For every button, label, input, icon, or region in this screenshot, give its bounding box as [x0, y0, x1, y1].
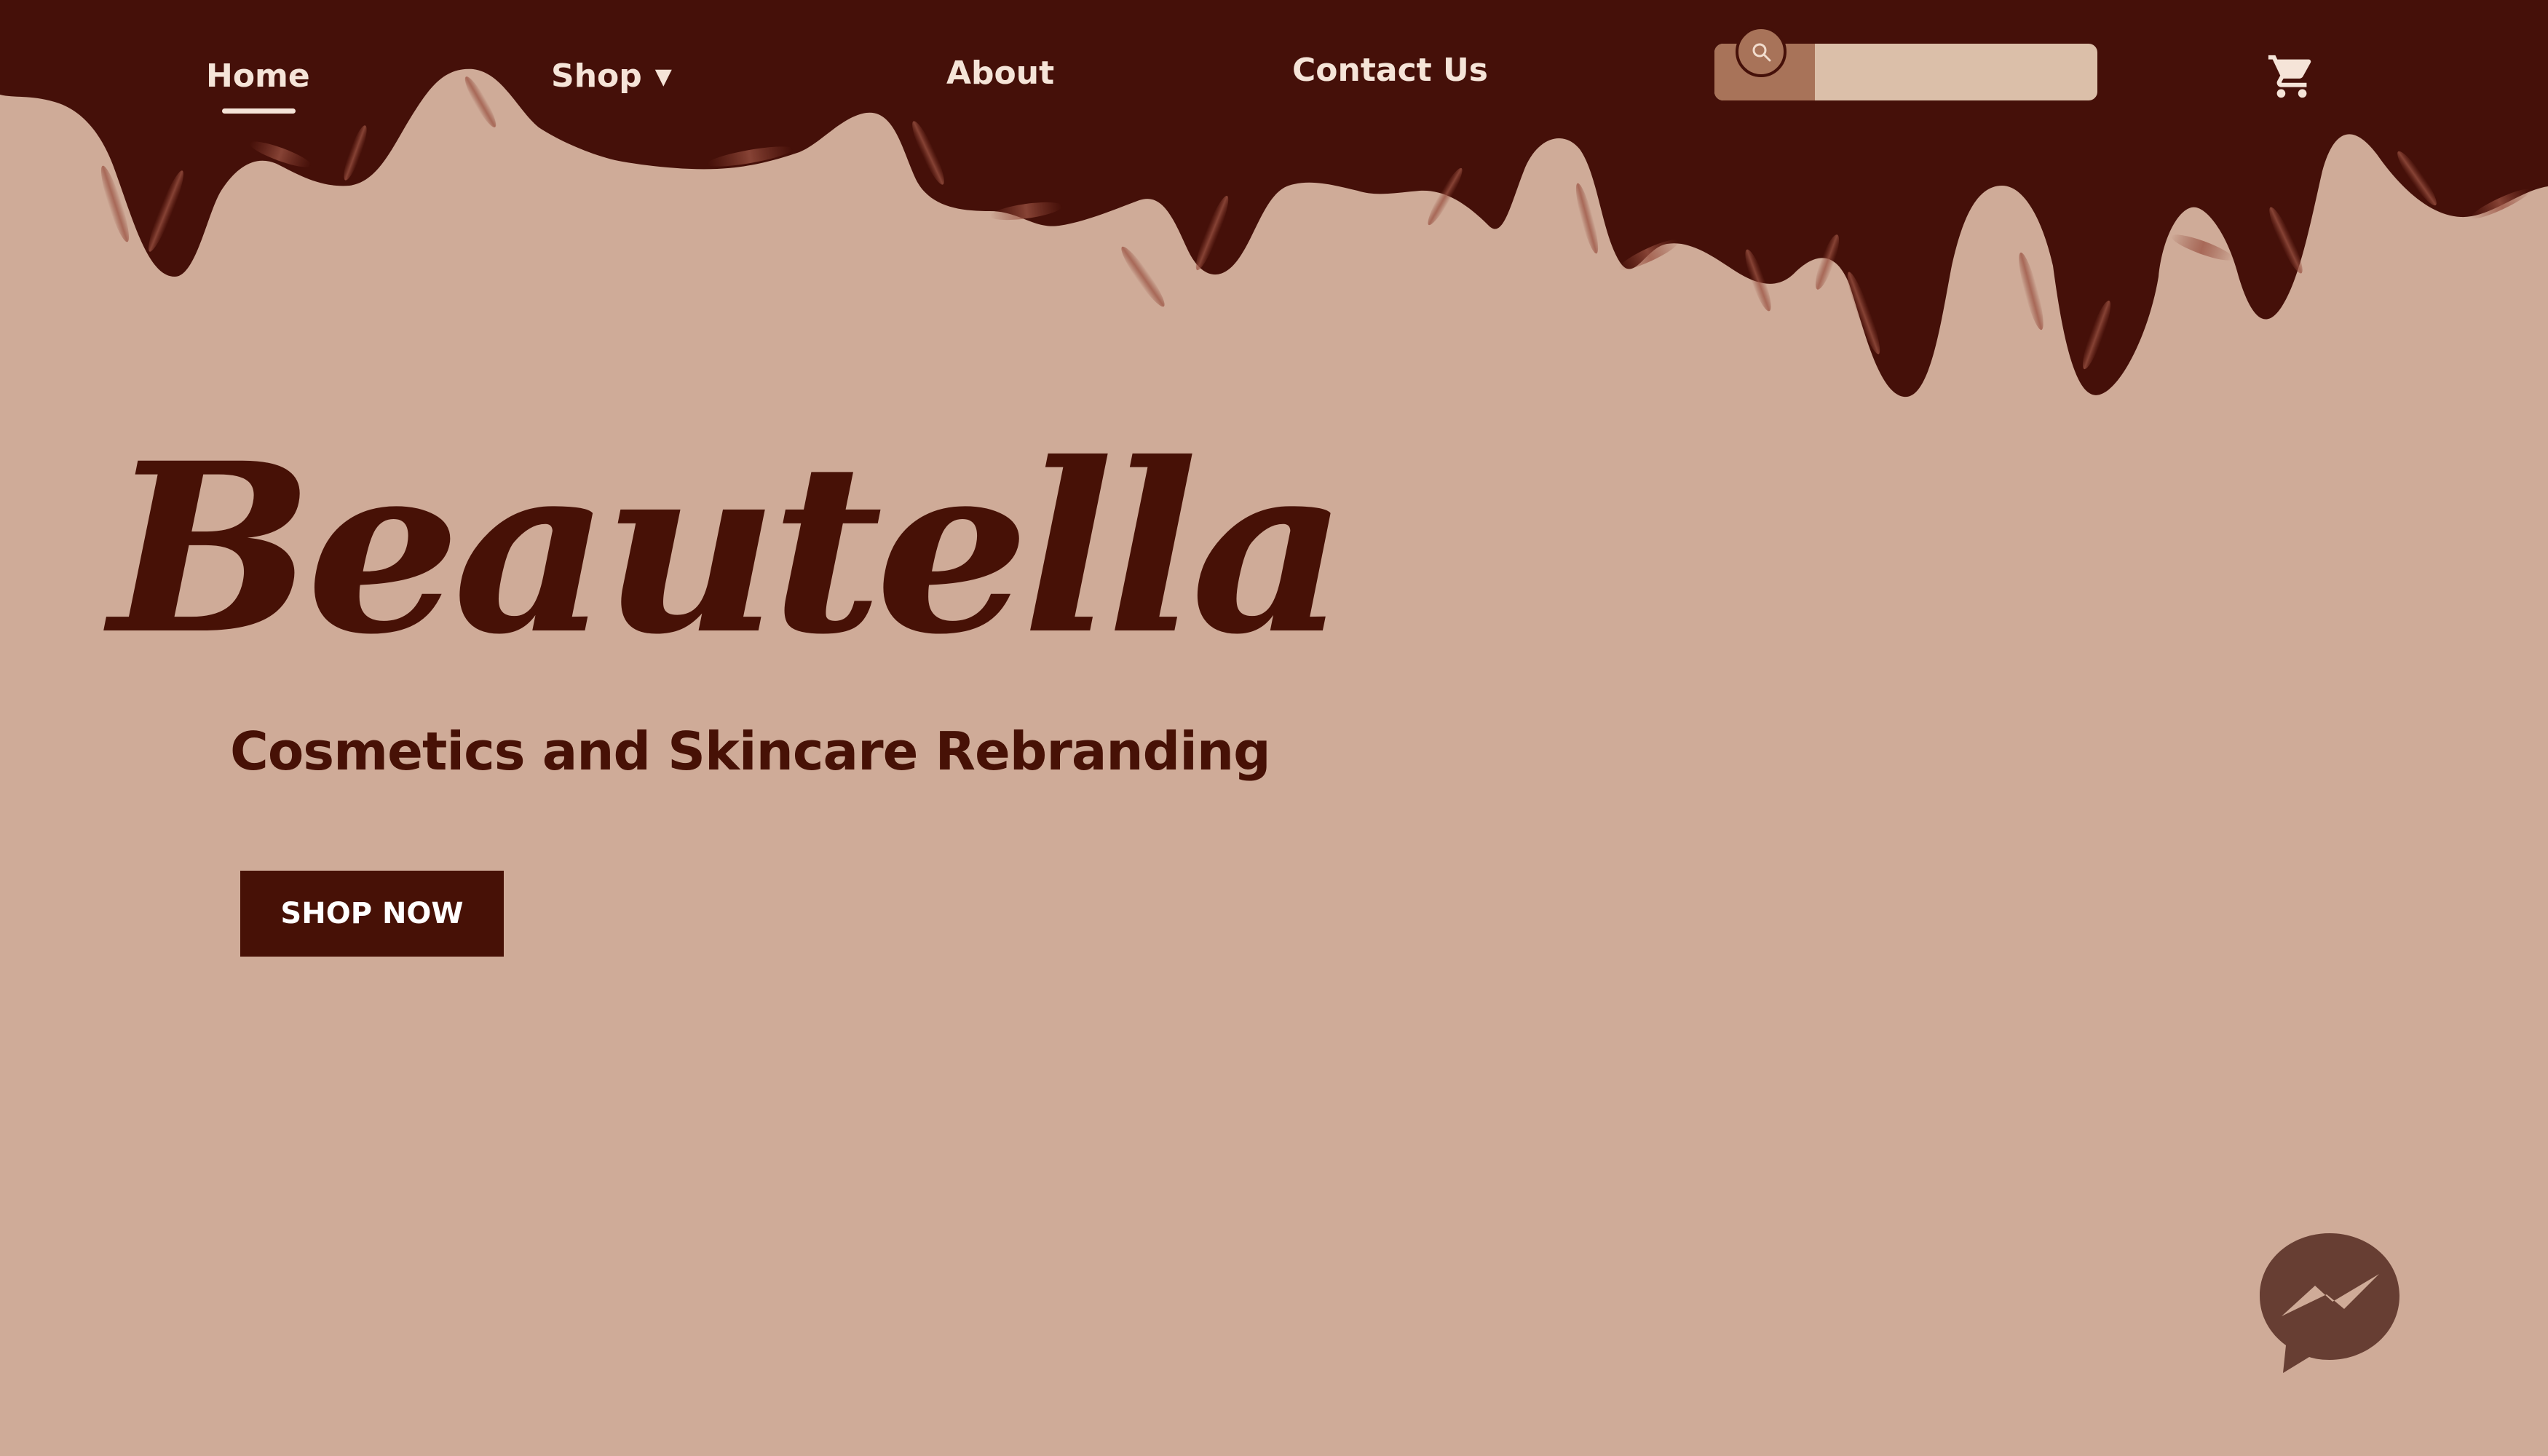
shop-now-button[interactable]: SHOP NOW — [240, 871, 504, 957]
cart-button[interactable] — [2263, 51, 2321, 105]
nav-shop-label: Shop — [551, 58, 642, 95]
messenger-chat-button[interactable] — [2257, 1230, 2402, 1379]
nav-home-label: Home — [206, 58, 310, 95]
nav-shop-link[interactable]: Shop ▼ — [551, 58, 672, 95]
search-icon — [1752, 43, 1771, 62]
nav-home-link[interactable]: Home — [206, 58, 310, 114]
nav-about-label: About — [946, 55, 1055, 92]
search-button[interactable] — [1736, 26, 1787, 77]
nav-contact-link[interactable]: Contact Us — [1292, 52, 1488, 89]
shopping-cart-icon — [2268, 55, 2311, 98]
nav-about-link[interactable]: About — [946, 55, 1054, 92]
caret-down-icon: ▼ — [654, 64, 672, 90]
hero-subtitle: Cosmetics and Skincare Rebranding — [230, 721, 1271, 782]
search-input[interactable] — [1816, 44, 2097, 100]
nav-contact-label: Contact Us — [1292, 52, 1488, 89]
chocolate-drip-header — [0, 0, 2548, 397]
brand-logo: Beautella — [109, 413, 1348, 686]
messenger-icon — [2260, 1233, 2399, 1373]
